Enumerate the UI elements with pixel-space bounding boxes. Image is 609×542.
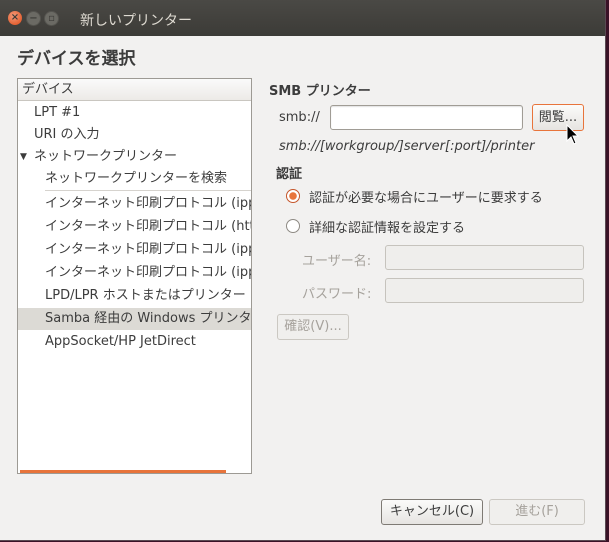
username-input[interactable] (385, 245, 584, 270)
close-window-icon[interactable]: × (8, 11, 22, 25)
device-item-label: インターネット印刷プロトコル (ipp (45, 265, 251, 280)
device-item-label: LPT #1 (34, 105, 81, 120)
device-item-label: インターネット印刷プロトコル (htt (45, 219, 251, 234)
device-item-http[interactable]: インターネット印刷プロトコル (htt (18, 216, 251, 238)
device-item-ipp-3[interactable]: インターネット印刷プロトコル (ipp (18, 262, 251, 284)
password-input[interactable] (385, 278, 584, 303)
page-title: デバイスを選択 (17, 49, 136, 69)
device-item-label: ネットワークプリンターを検索 (45, 171, 228, 186)
device-item-label: Samba 経由の Windows プリンタ (45, 311, 251, 326)
smb-url-label: smb:// (279, 110, 320, 125)
smb-section-title: SMB プリンター (269, 84, 371, 99)
device-item-samba[interactable]: Samba 経由の Windows プリンタ (18, 308, 251, 330)
smb-url-input[interactable] (330, 105, 523, 130)
auth-prompt-label[interactable]: 認証が必要な場合にユーザーに要求する (309, 187, 543, 206)
username-label: ユーザー名: (302, 254, 372, 269)
device-list-header[interactable]: デバイス (18, 79, 251, 101)
device-item-find-network-printer[interactable]: ネットワークプリンターを検索 (18, 168, 251, 190)
auth-details-radio[interactable] (286, 219, 300, 233)
device-item-label: AppSocket/HP JetDirect (45, 334, 196, 349)
device-item-uri[interactable]: URI の入力 (18, 124, 251, 146)
device-item-label: URI の入力 (34, 127, 100, 142)
device-group-network-printer[interactable]: ▼ ネットワークプリンター (18, 146, 251, 168)
device-list[interactable]: デバイス LPT #1 URI の入力 ▼ ネットワークプリンター ネットワークプ… (17, 78, 252, 474)
new-printer-dialog: × − ▫ 新しいプリンター デバイスを選択 デバイス LPT #1 URI の… (0, 0, 606, 541)
horizontal-scrollbar[interactable] (20, 470, 226, 473)
expander-down-icon[interactable]: ▼ (20, 146, 27, 168)
verify-button[interactable]: 確認(V)... (277, 314, 349, 340)
device-item-lpd[interactable]: LPD/LPR ホストまたはプリンター (18, 285, 251, 307)
device-item-label: インターネット印刷プロトコル (ipp (45, 196, 251, 211)
mouse-pointer-icon (566, 124, 580, 145)
device-item-label: インターネット印刷プロトコル (ipp (45, 242, 251, 257)
cancel-button[interactable]: キャンセル(C) (381, 499, 483, 525)
window-title: 新しいプリンター (80, 13, 192, 29)
device-item-label: ネットワークプリンター (34, 149, 178, 164)
maximize-window-icon[interactable]: ▫ (44, 11, 59, 26)
list-separator (45, 190, 251, 191)
next-button[interactable]: 進む(F) (489, 499, 585, 525)
device-item-label: LPD/LPR ホストまたはプリンター (45, 288, 246, 303)
device-item-lpt1[interactable]: LPT #1 (18, 102, 251, 124)
device-item-ipp-1[interactable]: インターネット印刷プロトコル (ipp (18, 193, 251, 215)
device-item-appsocket[interactable]: AppSocket/HP JetDirect (18, 331, 251, 353)
password-label: パスワード: (302, 287, 372, 302)
title-bar[interactable]: × − ▫ 新しいプリンター (0, 0, 605, 36)
device-item-ipp-2[interactable]: インターネット印刷プロトコル (ipp (18, 239, 251, 261)
minimize-window-icon[interactable]: − (26, 11, 41, 26)
smb-url-hint: smb://[workgroup/]server[:port]/printer (279, 139, 535, 154)
auth-prompt-radio[interactable] (286, 189, 300, 203)
auth-details-label[interactable]: 詳細な認証情報を設定する (309, 217, 465, 236)
auth-section-title: 認証 (276, 167, 303, 182)
